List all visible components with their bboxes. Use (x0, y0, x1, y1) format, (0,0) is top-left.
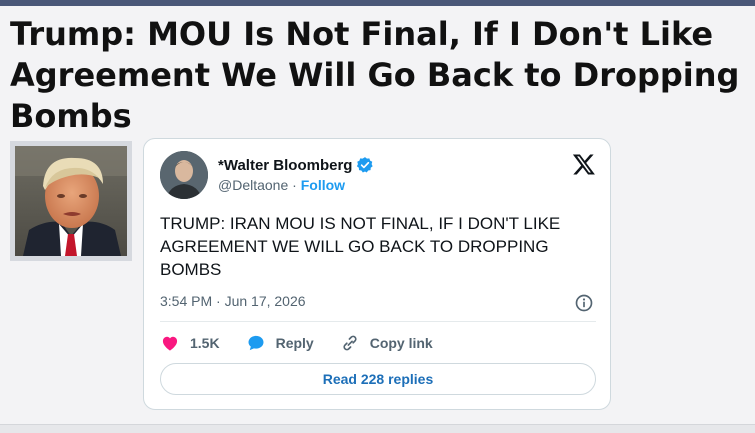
like-button[interactable]: 1.5K (160, 333, 220, 353)
article-headline: Trump: MOU Is Not Final, If I Don't Like… (10, 15, 740, 135)
reply-button[interactable]: Reply (246, 333, 314, 353)
copy-link-button[interactable]: Copy link (340, 333, 433, 353)
link-icon (343, 335, 357, 351)
portrait-image (15, 146, 127, 256)
tweet-actions: 1.5K Reply Copy link (160, 333, 459, 353)
speech-bubble-icon (248, 335, 264, 351)
x-logo-icon[interactable] (572, 152, 596, 176)
author-avatar[interactable] (160, 151, 208, 199)
top-accent-bar (0, 0, 755, 6)
tweet-timestamp[interactable]: 3:54 PM · Jun 17, 2026 (160, 293, 306, 309)
follow-button[interactable]: Follow (301, 177, 345, 193)
read-replies-button[interactable]: Read 228 replies (160, 363, 596, 395)
verified-badge-icon (357, 157, 374, 173)
divider (160, 321, 596, 322)
tweet-text: TRUMP: IRAN MOU IS NOT FINAL, IF I DON'T… (160, 214, 561, 279)
author-name[interactable]: *Walter Bloomberg (218, 157, 352, 174)
heart-icon (162, 336, 178, 351)
copy-link-label: Copy link (369, 335, 433, 351)
handle-separator: · (292, 177, 297, 193)
reply-label: Reply (275, 335, 314, 351)
tweet-meta: 3:54 PM · Jun 17, 2026 (160, 293, 596, 312)
info-icon[interactable] (574, 293, 594, 313)
embedded-tweet-card[interactable]: *Walter Bloomberg @Deltaone · Follow TRU… (143, 138, 611, 410)
like-count: 1.5K (190, 335, 220, 351)
author-handle[interactable]: @Deltaone (218, 177, 288, 193)
article-thumbnail[interactable] (10, 141, 132, 261)
author-block: *Walter Bloomberg @Deltaone · Follow (218, 156, 374, 193)
